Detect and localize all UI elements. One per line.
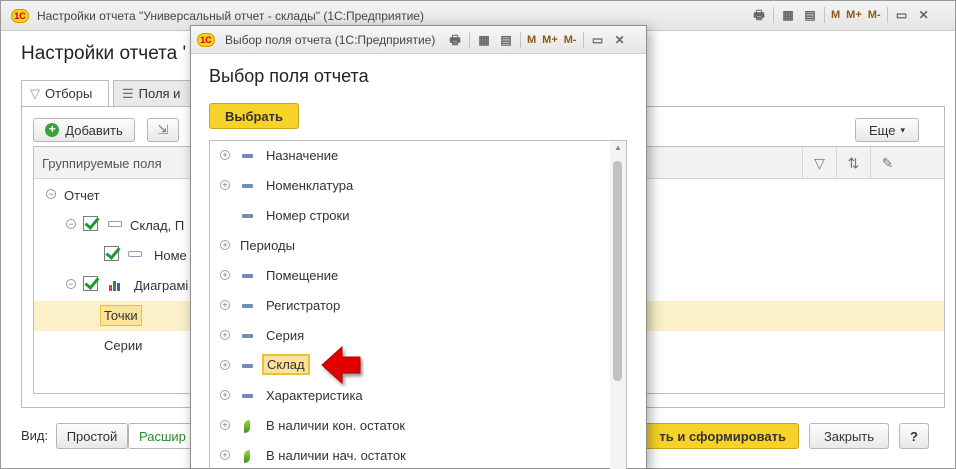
list-item[interactable]: + Характеристика [210,381,610,411]
view-extended-button[interactable]: Расшир [128,423,198,449]
field-icon [242,184,253,188]
field-icon [242,274,253,278]
view-simple-button[interactable]: Простой [56,423,128,449]
list-item[interactable]: + Регистратор [210,291,610,321]
list-item[interactable]: + В наличии кон. остаток [210,411,610,441]
resource-icon [244,420,250,433]
move-button[interactable]: ⇲ [147,118,179,142]
chart-checkbox[interactable] [83,276,98,291]
dialog-titlebar: 1С Выбор поля отчета (1С:Предприятие) 🖶 … [191,26,646,54]
collapse-icon[interactable]: − [66,279,76,289]
brush-icon[interactable]: ✎ [870,147,904,179]
field-icon [242,154,253,158]
list-item[interactable]: Номер строки [210,201,610,231]
page-title: Настройки отчета ' [21,43,187,64]
expand-icon[interactable]: + [220,390,230,400]
expand-icon[interactable]: + [220,270,230,280]
chart-icon [109,281,120,291]
field-icon [242,364,253,368]
plus-icon: + [45,123,60,137]
calculator-icon[interactable]: ▦ [780,7,796,23]
app-logo-icon: 1С [197,33,215,47]
print-icon[interactable]: 🖶 [751,7,767,23]
expand-icon[interactable]: + [220,180,230,190]
window-title: Настройки отчета "Универсальный отчет - … [37,9,424,23]
dialog-title: Выбор поля отчета (1С:Предприятие) [225,33,436,47]
help-button[interactable]: ? [899,423,929,449]
scroll-thumb[interactable] [613,161,622,381]
list-item[interactable]: + Помещение [210,261,610,291]
grouping-icon [108,221,122,227]
calendar-icon[interactable]: ▤ [802,7,818,23]
calculator-icon[interactable]: ▦ [476,32,492,48]
move-icon: ⇲ [157,122,169,137]
funnel-icon: ▽ [30,86,40,101]
expand-icon[interactable]: + [220,300,230,310]
memory-plus-button[interactable]: M+ [846,9,862,21]
tree-header-label: Группируемые поля [42,156,162,171]
tab-filters[interactable]: ▽ Отборы [21,80,109,107]
list-item[interactable]: + Назначение [210,141,610,171]
memory-minus-button[interactable]: M- [868,9,881,21]
field-icon [242,334,253,338]
fields-icon: ☰ [122,86,134,101]
list-item[interactable]: + В наличии нач. остаток [210,441,610,469]
expand-icon[interactable]: + [220,150,230,160]
expand-icon[interactable]: + [220,360,230,370]
memory-plus-button[interactable]: M+ [542,34,558,46]
memory-button[interactable]: M [831,9,840,21]
restore-icon[interactable]: ▭ [590,32,606,48]
field-icon [242,304,253,308]
view-label: Вид: [21,428,49,443]
list-item-selected[interactable]: + Склад [210,351,610,381]
filter-icon[interactable]: ▽ [802,147,836,179]
field-icon [242,214,253,218]
close-icon[interactable]: ✕ [916,7,932,23]
print-icon[interactable]: 🖶 [447,32,463,48]
field-icon [242,394,253,398]
collapse-icon[interactable]: − [66,219,76,229]
warehouse-checkbox[interactable] [83,216,98,231]
scroll-up-icon[interactable]: ▲ [610,143,626,153]
memory-minus-button[interactable]: M- [564,34,577,46]
calendar-icon[interactable]: ▤ [498,32,514,48]
expand-icon[interactable]: + [220,450,230,460]
tab-fields[interactable]: ☰ Поля и [113,80,193,106]
nomenclature-checkbox[interactable] [104,246,119,261]
list-item[interactable]: + Серия [210,321,610,351]
field-picker-dialog: 1С Выбор поля отчета (1С:Предприятие) 🖶 … [190,25,647,469]
close-icon[interactable]: ✕ [612,32,628,48]
memory-button[interactable]: M [527,34,536,46]
close-button[interactable]: Закрыть [809,423,889,449]
restore-icon[interactable]: ▭ [894,7,910,23]
dialog-heading: Выбор поля отчета [209,66,369,86]
resource-icon [244,450,250,463]
choose-button[interactable]: Выбрать [209,103,299,129]
expand-icon[interactable]: + [220,330,230,340]
app-logo-icon: 1С [11,9,29,23]
scrollbar[interactable]: ▲ [610,141,626,469]
expand-icon[interactable]: + [220,240,230,250]
grouping-icon [128,251,142,257]
field-list: + Назначение + Номенклатура Номер строки… [209,140,627,469]
more-button[interactable]: Еще ▾ [855,118,919,142]
list-item[interactable]: + Периоды [210,231,610,261]
expand-icon[interactable]: + [220,420,230,430]
collapse-icon[interactable]: − [46,189,56,199]
red-arrow-icon [321,345,361,385]
add-button[interactable]: + Добавить [33,118,135,142]
chevron-down-icon: ▾ [900,124,905,135]
list-item[interactable]: + Номенклатура [210,171,610,201]
sort-icon[interactable]: ⇅ [836,147,870,179]
